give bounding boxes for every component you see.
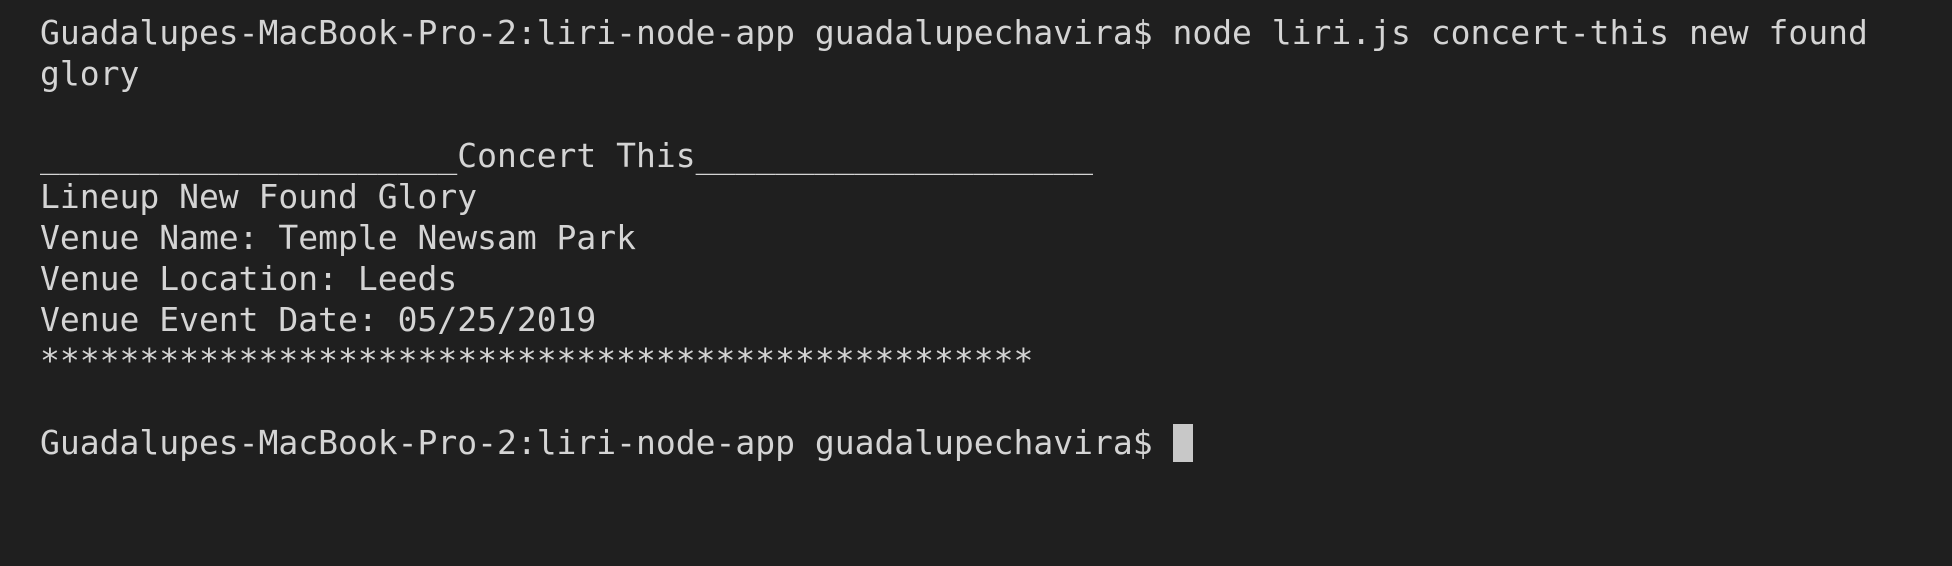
text-cursor	[1172, 424, 1193, 462]
command-line: Guadalupes-MacBook-Pro-2:liri-node-app g…	[40, 13, 1868, 52]
command-line-wrap: glory	[40, 54, 140, 93]
shell-prompt: Guadalupes-MacBook-Pro-2:liri-node-app g…	[40, 423, 1153, 462]
section-header: _____________________Concert This_______…	[40, 136, 1093, 175]
terminal-window[interactable]: Guadalupes-MacBook-Pro-2:liri-node-app g…	[0, 0, 1952, 566]
separator-line: ****************************************…	[40, 341, 1034, 380]
lineup-output: Lineup New Found Glory	[40, 177, 478, 216]
event-date-output: Venue Event Date: 05/25/2019	[40, 300, 597, 339]
venue-location-output: Venue Location: Leeds	[40, 259, 458, 298]
prompt-line[interactable]: Guadalupes-MacBook-Pro-2:liri-node-app g…	[40, 422, 1912, 463]
venue-name-output: Venue Name: Temple Newsam Park	[40, 218, 637, 257]
